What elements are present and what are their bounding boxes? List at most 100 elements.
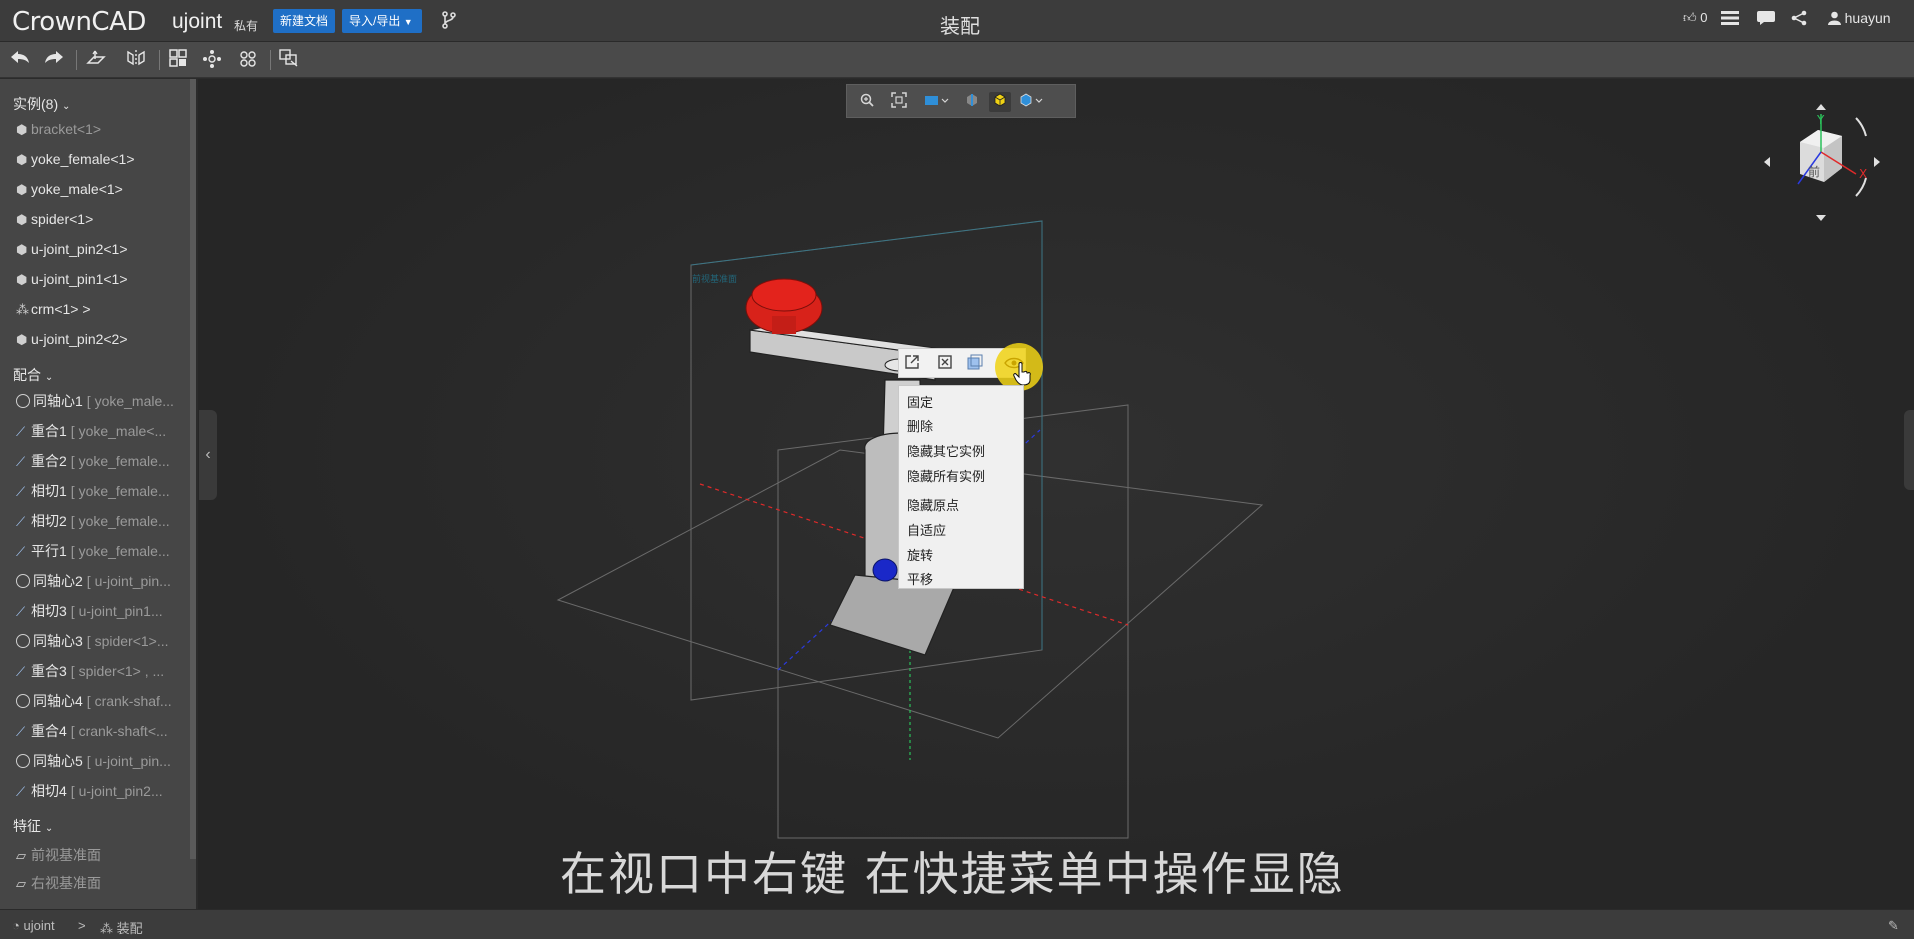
- like-button[interactable]: 👍︎ 0: [1683, 10, 1707, 26]
- redo-icon[interactable]: [42, 49, 66, 71]
- instance-label: u-joint_pin1<1>: [31, 271, 128, 287]
- user-menu[interactable]: huayun: [1828, 10, 1891, 26]
- undo-icon[interactable]: [8, 49, 32, 71]
- mate-name: 相切4: [31, 783, 67, 799]
- instance-item[interactable]: ⬢ spider<1>: [16, 211, 93, 228]
- mate-item[interactable]: ⟋ 重合3[ spider<1> , ...: [16, 661, 164, 681]
- feature-item-right-plane[interactable]: ▱ 右视基准面: [16, 873, 101, 893]
- share-icon[interactable]: [1791, 10, 1807, 29]
- section-view-icon[interactable]: [961, 92, 983, 112]
- delete-icon[interactable]: [935, 354, 955, 374]
- display-mode-icon[interactable]: [1017, 92, 1047, 112]
- mate-name: 重合2: [31, 453, 67, 469]
- features-header[interactable]: 特征 ⌄: [13, 816, 53, 836]
- instance-label: yoke_female<1>: [31, 151, 135, 167]
- instance-item-subassembly[interactable]: ⁂ crm<1> >: [16, 301, 91, 318]
- comment-icon[interactable]: [1757, 10, 1775, 29]
- instance-item[interactable]: ⬢ yoke_female<1>: [16, 151, 135, 168]
- feature-label: 前视基准面: [31, 847, 101, 863]
- instance-item[interactable]: ⬢ yoke_male<1>: [16, 181, 123, 198]
- plane-icon: ▱: [16, 876, 26, 891]
- transparency-icon[interactable]: [965, 354, 985, 374]
- branch-icon[interactable]: [441, 10, 459, 30]
- mate-type-icon: ⟋: [16, 724, 26, 739]
- breadcrumb-document[interactable]: ◔ ujoint: [12, 918, 55, 933]
- mate-detail: [ u-joint_pin1...: [70, 603, 163, 619]
- mirror-icon[interactable]: [124, 49, 148, 71]
- mate-type-icon: ⟋: [16, 514, 26, 529]
- mate-type-icon: ⟋: [16, 604, 26, 619]
- insert-instance-icon[interactable]: [166, 49, 190, 71]
- menu-item-pan[interactable]: 平移: [907, 569, 933, 588]
- mate-item[interactable]: 同轴心1[ yoke_male...: [16, 391, 174, 411]
- instance-label: u-joint_pin2<1>: [31, 241, 128, 257]
- part-icon: ⬢: [16, 272, 28, 287]
- mate-name: 相切2: [31, 513, 67, 529]
- mate-type-icon: ⟋: [16, 454, 26, 469]
- import-export-button[interactable]: 导入/导出 ▼: [342, 9, 422, 33]
- instance-item[interactable]: ⬢ bracket<1>: [16, 121, 101, 138]
- menu-item-rotate[interactable]: 旋转: [907, 545, 933, 564]
- sidebar-scrollbar[interactable]: [190, 79, 196, 859]
- mate-item[interactable]: ⟋ 平行1[ yoke_female...: [16, 541, 170, 561]
- mate-name: 重合4: [31, 723, 67, 739]
- part-icon: ⬢: [16, 332, 28, 347]
- mate-item[interactable]: ⟋ 相切3[ u-joint_pin1...: [16, 601, 163, 621]
- menu-item-hide-origin[interactable]: 隐藏原点: [907, 495, 959, 514]
- mate-item[interactable]: ⟋ 重合2[ yoke_female...: [16, 451, 170, 471]
- app-logo: CrownCAD: [12, 7, 146, 37]
- mate-item[interactable]: ⟋ 相切4[ u-joint_pin2...: [16, 781, 163, 801]
- feature-item-front-plane[interactable]: ▱ 前视基准面: [16, 845, 101, 865]
- view-cube[interactable]: Y X 前: [1756, 100, 1886, 225]
- menu-item-hide-others[interactable]: 隐藏其它实例: [907, 441, 985, 460]
- menu-item-fit[interactable]: 自适应: [907, 520, 946, 539]
- mate-item[interactable]: 同轴心2[ u-joint_pin...: [16, 571, 171, 591]
- mate-item[interactable]: ⟋ 重合1[ yoke_male<...: [16, 421, 166, 441]
- concentric-icon: [16, 694, 30, 708]
- mate-detail: [ u-joint_pin...: [86, 753, 171, 769]
- menu-item-delete[interactable]: 删除: [907, 416, 933, 435]
- mate-detail: [ spider<1> , ...: [70, 663, 165, 679]
- pencil-icon[interactable]: ✎: [1888, 918, 1899, 934]
- instance-item[interactable]: ⬢ u-joint_pin1<1>: [16, 271, 128, 288]
- front-face-label[interactable]: 前: [1808, 164, 1820, 179]
- zoom-icon[interactable]: [856, 92, 878, 112]
- mate-type-icon: ⟋: [16, 484, 26, 499]
- mate-name: 同轴心4: [33, 693, 83, 709]
- instance-item[interactable]: ⬢ u-joint_pin2<1>: [16, 241, 128, 258]
- assembly-model[interactable]: 前视基准面: [198, 79, 1914, 909]
- 3d-viewport[interactable]: 前视基准面: [198, 79, 1914, 909]
- document-name[interactable]: ujoint: [172, 10, 222, 34]
- menu-item-hide-all[interactable]: 隐藏所有实例: [907, 466, 985, 485]
- instance-item[interactable]: ⬢ u-joint_pin2<2>: [16, 331, 128, 348]
- mate-item[interactable]: 同轴心4[ crank-shaf...: [16, 691, 172, 711]
- mates-header[interactable]: 配合 ⌄: [13, 365, 53, 385]
- mate-item[interactable]: 同轴心3[ spider<1>...: [16, 631, 169, 651]
- new-document-button[interactable]: 新建文档: [273, 9, 335, 33]
- menu-item-fix[interactable]: 固定: [907, 392, 933, 411]
- view-orientation-icon[interactable]: [922, 92, 952, 112]
- collapse-sidebar-button[interactable]: ‹: [199, 410, 217, 500]
- mate-icon[interactable]: [200, 49, 224, 71]
- list-icon[interactable]: [1721, 10, 1739, 29]
- mate-item[interactable]: ⟋ 重合4[ crank-shaft<...: [16, 721, 168, 741]
- chevron-down-icon: ⌄: [44, 823, 54, 834]
- plane-icon[interactable]: [84, 49, 108, 71]
- expand-right-panel-button[interactable]: [1904, 410, 1914, 490]
- expand-arrow-icon[interactable]: >: [82, 301, 90, 317]
- features-header-label: 特征: [13, 818, 41, 834]
- chevron-down-icon: ⌄: [44, 372, 54, 383]
- mate-item[interactable]: ⟋ 相切1[ yoke_female...: [16, 481, 170, 501]
- open-external-icon[interactable]: [902, 354, 922, 374]
- explode-view-icon[interactable]: [277, 49, 301, 71]
- breadcrumb-assembly[interactable]: ⁂ 装配: [100, 918, 143, 937]
- fit-view-icon[interactable]: [888, 92, 910, 112]
- mate-item[interactable]: ⟋ 相切2[ yoke_female...: [16, 511, 170, 531]
- assembly-icon: ⁂: [100, 921, 113, 936]
- mate-item[interactable]: 同轴心5[ u-joint_pin...: [16, 751, 171, 771]
- instances-header[interactable]: 实例(8) ⌄: [13, 94, 70, 114]
- shaded-view-icon[interactable]: [989, 92, 1011, 112]
- pattern-icon[interactable]: [236, 49, 260, 71]
- mate-detail: [ yoke_female...: [70, 453, 170, 469]
- username: huayun: [1844, 10, 1891, 26]
